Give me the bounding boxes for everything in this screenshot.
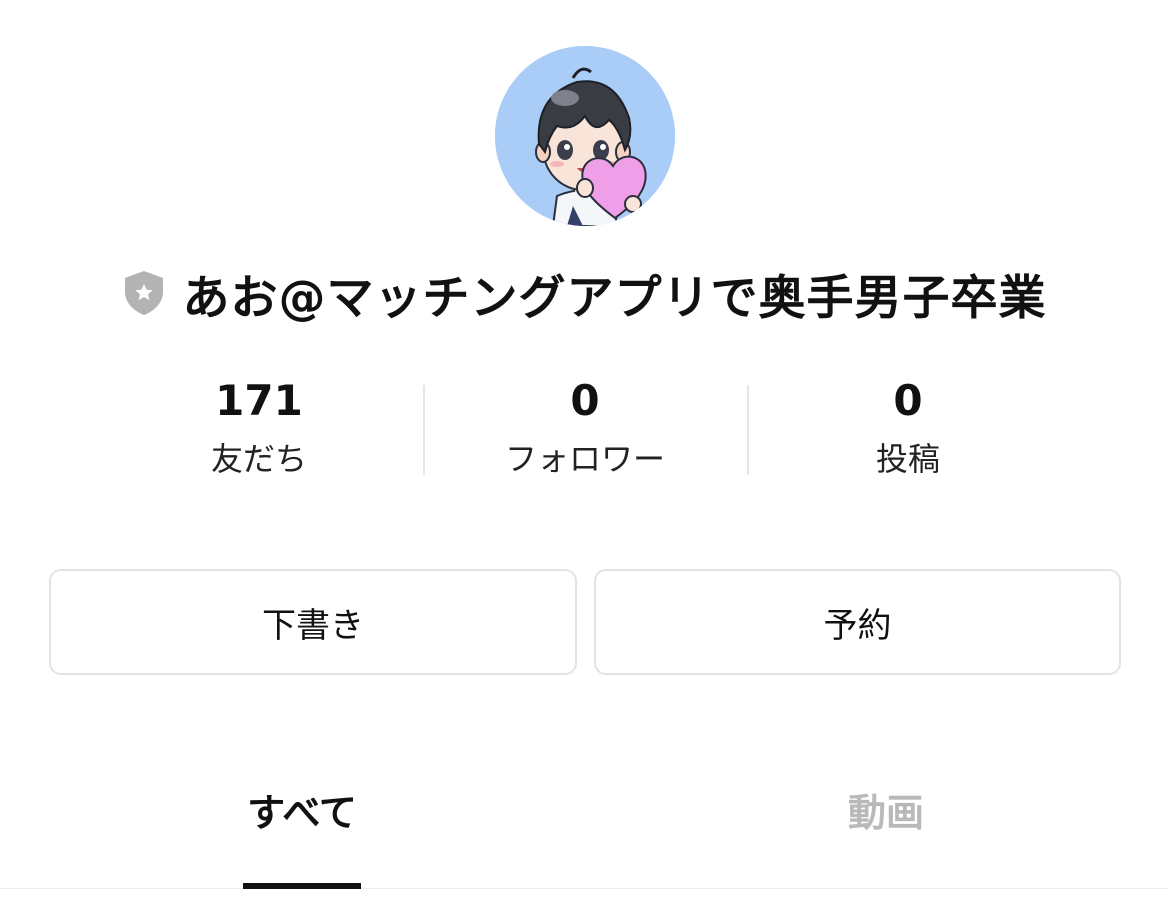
posts-stat[interactable]: 0 投稿 — [758, 372, 1058, 482]
drafts-button[interactable]: 下書き — [49, 569, 577, 675]
profile-avatar[interactable] — [495, 46, 675, 226]
friends-stat[interactable]: 171 友だち — [109, 372, 409, 482]
scheduled-button[interactable]: 予約 — [594, 569, 1121, 675]
stat-divider — [747, 385, 749, 475]
tab-all-label: すべて — [247, 791, 357, 835]
followers-label: フォロワー — [504, 440, 665, 478]
friends-label: 友だち — [210, 440, 307, 478]
posts-count: 0 — [893, 376, 923, 425]
followers-stat[interactable]: 0 フォロワー — [435, 372, 735, 482]
anime-boy-avatar-image — [495, 46, 675, 226]
tab-all[interactable]: すべて — [242, 780, 362, 890]
friends-count: 171 — [215, 376, 303, 425]
followers-count: 0 — [570, 376, 600, 425]
posts-label: 投稿 — [875, 440, 940, 478]
active-tab-indicator — [243, 883, 361, 889]
tab-video-label: 動画 — [847, 791, 924, 835]
shield-star-icon — [123, 270, 165, 316]
stat-divider — [423, 385, 425, 475]
profile-name-row: あお@マッチングアプリで奥手男子卒業 — [0, 258, 1169, 328]
profile-name: あお@マッチングアプリで奥手男子卒業 — [182, 270, 1047, 326]
tabs-baseline — [0, 888, 1169, 889]
tab-video[interactable]: 動画 — [826, 780, 946, 890]
